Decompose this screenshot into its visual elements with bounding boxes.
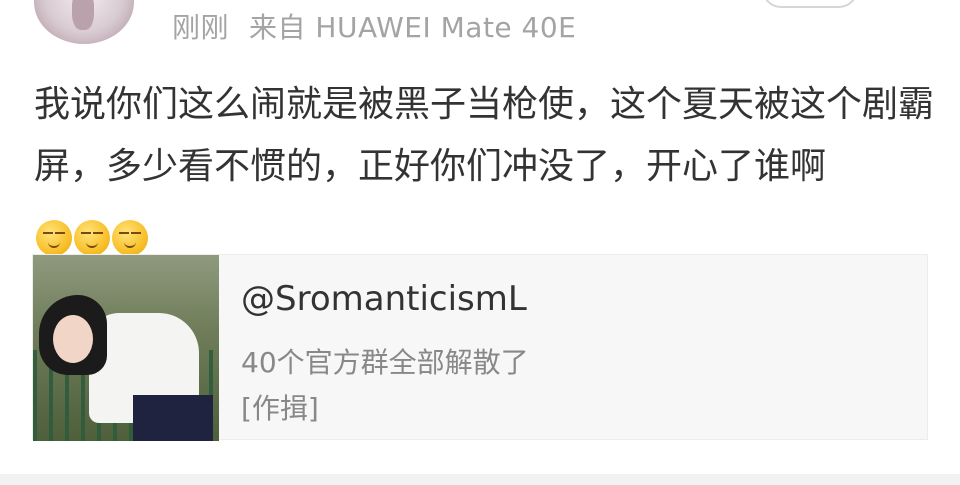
card-description: 40个官方群全部解散了 <box>241 346 529 379</box>
shared-post-card[interactable]: @SromanticismL 40个官方群全部解散了 [作揖] <box>32 254 928 441</box>
follow-button[interactable] <box>762 0 858 8</box>
smirk-emoji-icon <box>36 220 72 256</box>
post-meta: 刚刚 来自 HUAWEI Mate 40E <box>172 6 576 46</box>
post-source: 来自 HUAWEI Mate 40E <box>249 11 577 44</box>
post-body: 我说你们这么闹就是被黑子当枪使，这个夏天被这个剧霸屏，多少看不惯的，正好你们冲没… <box>34 74 934 268</box>
card-title: @SromanticismL <box>241 279 527 319</box>
user-avatar[interactable] <box>34 0 134 44</box>
post-time: 刚刚 <box>172 11 230 44</box>
card-thumbnail <box>33 255 219 441</box>
post-text: 我说你们这么闹就是被黑子当枪使，这个夏天被这个剧霸屏，多少看不惯的，正好你们冲没… <box>34 84 935 187</box>
smirk-emoji-icon <box>112 220 148 256</box>
section-divider <box>0 474 960 485</box>
card-author-tag: [作揖] <box>241 392 319 425</box>
smirk-emoji-icon <box>74 220 110 256</box>
